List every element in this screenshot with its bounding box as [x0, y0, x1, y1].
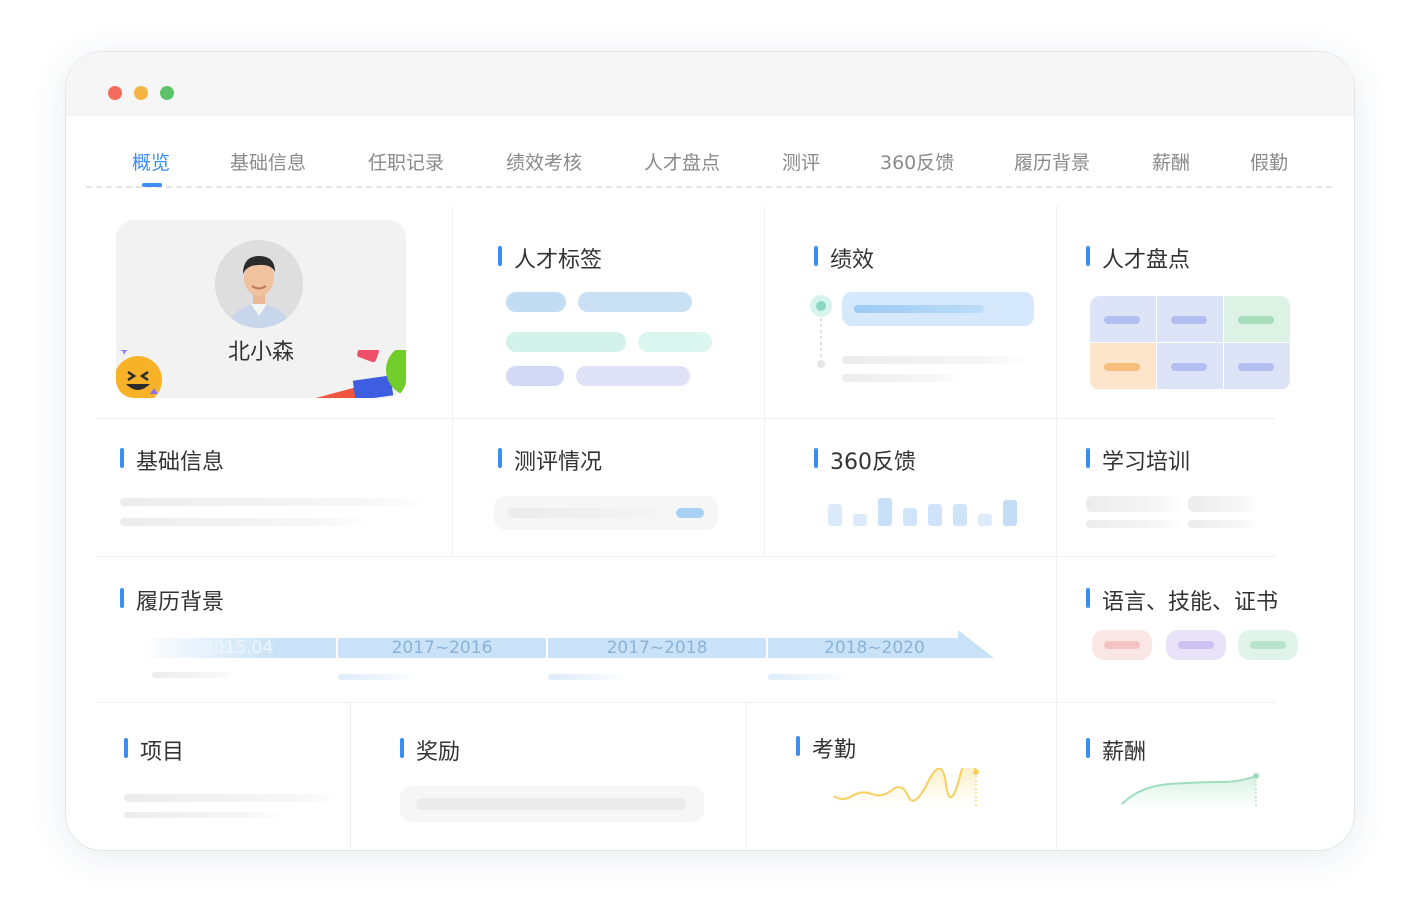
- tag-placeholder: [578, 292, 692, 312]
- tab-leave[interactable]: 假勤: [1250, 148, 1288, 175]
- performance-line-placeholder: [842, 374, 962, 382]
- minimize-window-button[interactable]: [134, 86, 148, 100]
- section-title-assessment: 测评情况: [498, 444, 602, 476]
- timeline-placeholder: [548, 674, 630, 680]
- tab-talent-review[interactable]: 人才盘点: [644, 148, 720, 175]
- tab-360-feedback[interactable]: 360反馈: [880, 148, 954, 175]
- assessment-card: [494, 496, 718, 530]
- training-placeholder: [1188, 520, 1258, 528]
- tab-salary[interactable]: 薪酬: [1152, 148, 1190, 175]
- section-title-basic-info: 基础信息: [120, 444, 224, 476]
- timeline-placeholder: [338, 674, 420, 680]
- timeline-arrow-icon: [954, 630, 994, 658]
- rewards-card: [400, 786, 704, 822]
- app-window: 概览 基础信息 任职记录 绩效考核 人才盘点 测评 360反馈 履历背景 薪酬 …: [66, 52, 1354, 850]
- close-window-button[interactable]: [108, 86, 122, 100]
- training-placeholder: [1188, 496, 1258, 512]
- timeline-segment: 2017~2018: [548, 638, 766, 658]
- section-title-resume: 履历背景: [120, 584, 224, 616]
- section-title-projects: 项目: [124, 734, 184, 766]
- basic-info-placeholder: [120, 498, 430, 506]
- basic-info-placeholder: [120, 518, 370, 526]
- performance-line-placeholder: [842, 356, 1032, 364]
- grid-divider: [350, 702, 351, 850]
- timeline-segment: 2018~2020: [768, 638, 956, 658]
- section-title-360-feedback: 360反馈: [814, 444, 916, 476]
- tag-placeholder: [506, 292, 566, 312]
- decoration-illustration: [116, 350, 406, 398]
- tab-resume[interactable]: 履历背景: [1014, 148, 1090, 175]
- timeline-placeholder: [152, 672, 236, 678]
- attendance-line-chart: [833, 768, 979, 806]
- grid-divider: [764, 206, 765, 556]
- tab-performance[interactable]: 绩效考核: [506, 148, 582, 175]
- tab-basic-info[interactable]: 基础信息: [230, 148, 306, 175]
- grid-divider: [96, 418, 1276, 419]
- section-title-attendance: 考勤: [796, 732, 856, 764]
- language-badge: [1092, 630, 1152, 660]
- tag-placeholder: [506, 332, 626, 352]
- projects-placeholder: [124, 812, 284, 818]
- grid-divider: [96, 556, 1276, 557]
- section-title-language-skills: 语言、技能、证书: [1086, 584, 1278, 616]
- tab-bar: 概览 基础信息 任职记录 绩效考核 人才盘点 测评 360反馈 履历背景 薪酬 …: [86, 116, 1332, 188]
- grid-divider: [96, 702, 1276, 703]
- timeline-segment: 2017~2016: [338, 638, 546, 658]
- performance-timeline-marker: [810, 295, 832, 368]
- tag-placeholder: [638, 332, 712, 352]
- performance-highlight-card: [842, 292, 1034, 326]
- tag-placeholder: [506, 366, 564, 386]
- avatar: [215, 240, 303, 328]
- training-placeholder: [1086, 496, 1182, 512]
- section-title-talent-review: 人才盘点: [1086, 242, 1190, 274]
- grid-divider: [746, 702, 747, 850]
- timeline-placeholder: [768, 674, 850, 680]
- training-placeholder: [1086, 520, 1182, 528]
- title-bar: [66, 52, 1354, 116]
- section-title-training: 学习培训: [1086, 444, 1190, 476]
- grid-divider: [1056, 206, 1057, 850]
- grid-divider: [452, 206, 453, 556]
- maximize-window-button[interactable]: [160, 86, 174, 100]
- tab-overview[interactable]: 概览: [132, 148, 170, 175]
- section-title-rewards: 奖励: [400, 734, 460, 766]
- salary-line-chart: [1121, 773, 1259, 808]
- active-tab-indicator: [142, 183, 162, 187]
- tab-employment-records[interactable]: 任职记录: [368, 148, 444, 175]
- profile-card[interactable]: 北小森: [116, 220, 406, 398]
- tag-placeholder: [576, 366, 690, 386]
- skill-badge: [1166, 630, 1226, 660]
- section-title-performance: 绩效: [814, 242, 874, 274]
- timeline-segment: 2015.04: [140, 638, 336, 658]
- tab-assessment[interactable]: 测评: [782, 148, 820, 175]
- section-title-talent-tags: 人才标签: [498, 242, 602, 274]
- certificate-badge: [1238, 630, 1298, 660]
- feedback-bar-chart: [828, 498, 1017, 526]
- projects-placeholder: [124, 794, 344, 802]
- section-title-salary: 薪酬: [1086, 734, 1146, 766]
- talent-matrix: [1090, 296, 1290, 390]
